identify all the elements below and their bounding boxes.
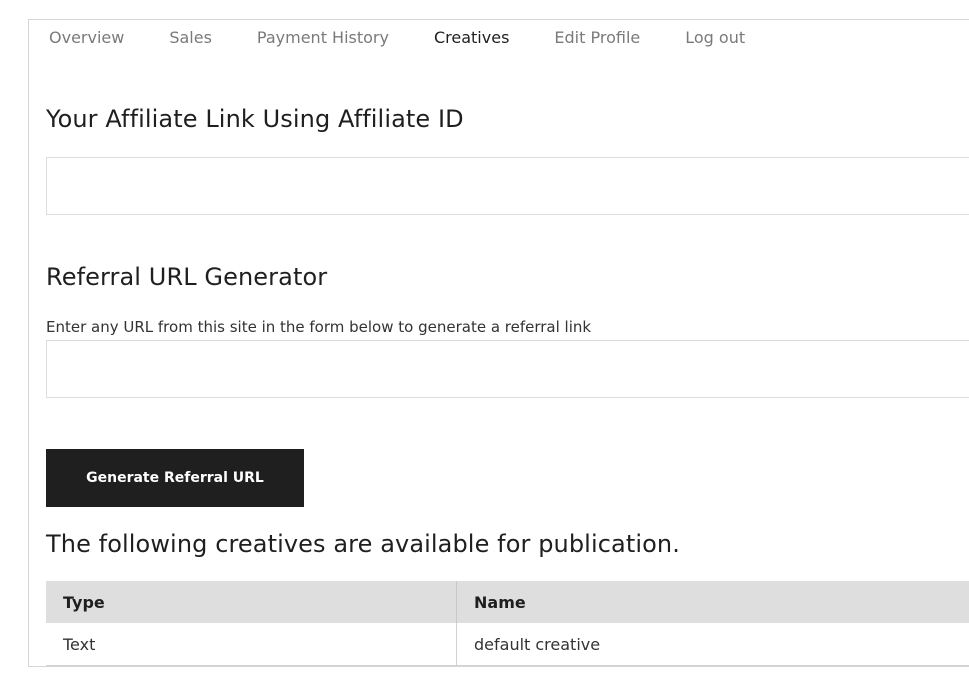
referral-url-input[interactable] [46, 340, 969, 398]
tab-log-out[interactable]: Log out [685, 28, 745, 48]
tab-edit-profile[interactable]: Edit Profile [554, 28, 640, 48]
table-header-row: Type Name [46, 581, 969, 623]
tab-payment-history[interactable]: Payment History [257, 28, 389, 48]
affiliate-link-heading: Your Affiliate Link Using Affiliate ID [46, 105, 464, 133]
column-header-type: Type [46, 581, 457, 623]
tab-sales[interactable]: Sales [169, 28, 212, 48]
cell-name: default creative [456, 623, 969, 666]
tab-creatives[interactable]: Creatives [434, 28, 509, 48]
generate-referral-url-button[interactable]: Generate Referral URL [46, 449, 304, 507]
account-tabs: Overview Sales Payment History Creatives… [49, 28, 790, 48]
affiliate-link-field[interactable] [46, 157, 969, 215]
creatives-table: Type Name Text default creative [46, 581, 969, 666]
creatives-heading: The following creatives are available fo… [46, 530, 680, 558]
tab-overview[interactable]: Overview [49, 28, 124, 48]
column-header-name: Name [456, 581, 969, 623]
cell-type: Text [46, 623, 457, 666]
referral-generator-heading: Referral URL Generator [46, 263, 328, 291]
table-row: Text default creative [46, 623, 969, 666]
referral-help-text: Enter any URL from this site in the form… [46, 318, 592, 336]
